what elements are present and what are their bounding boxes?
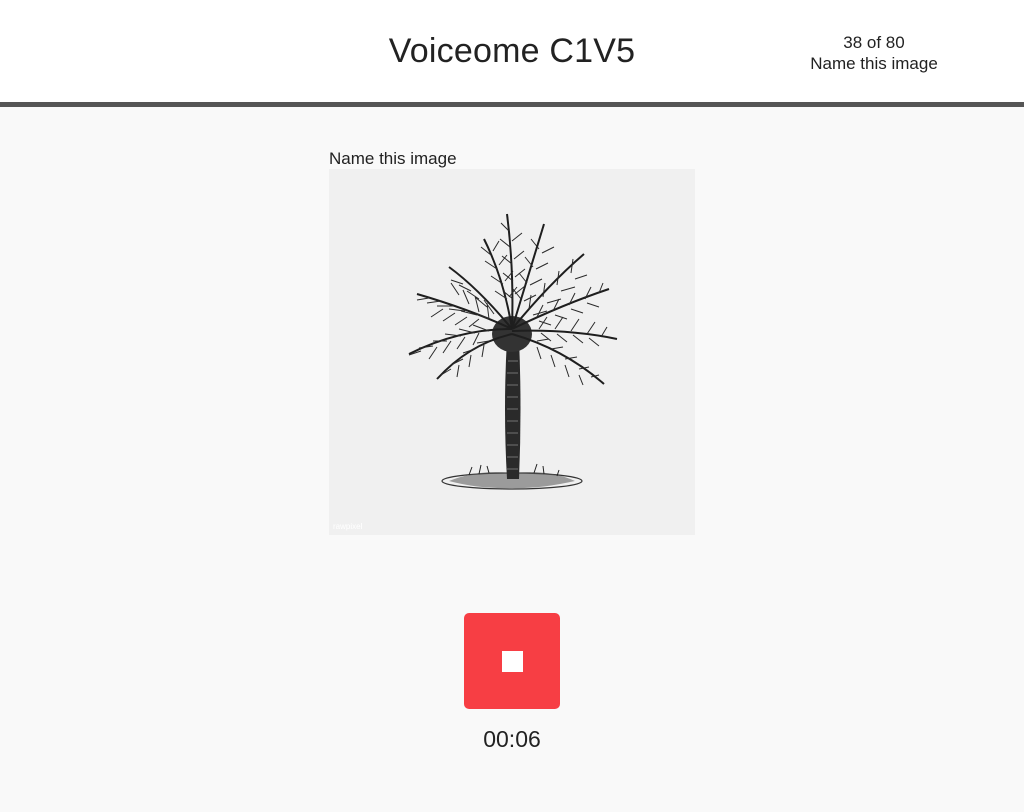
progress-task-label: Name this image: [810, 54, 938, 73]
palm-tree-illustration: rawpixel: [329, 169, 695, 535]
task-prompt: Name this image: [329, 149, 457, 168]
stop-recording-button[interactable]: [464, 613, 560, 709]
progress-indicator: 38 of 80 Name this image: [794, 32, 954, 74]
progress-count: 38 of 80: [843, 33, 905, 52]
stimulus-image: rawpixel: [329, 169, 695, 535]
stop-icon: [502, 651, 523, 672]
app-header: Voiceome C1V5 38 of 80 Name this image: [0, 0, 1024, 107]
image-watermark: rawpixel: [333, 522, 363, 531]
recording-timer: 00:06: [483, 726, 541, 752]
